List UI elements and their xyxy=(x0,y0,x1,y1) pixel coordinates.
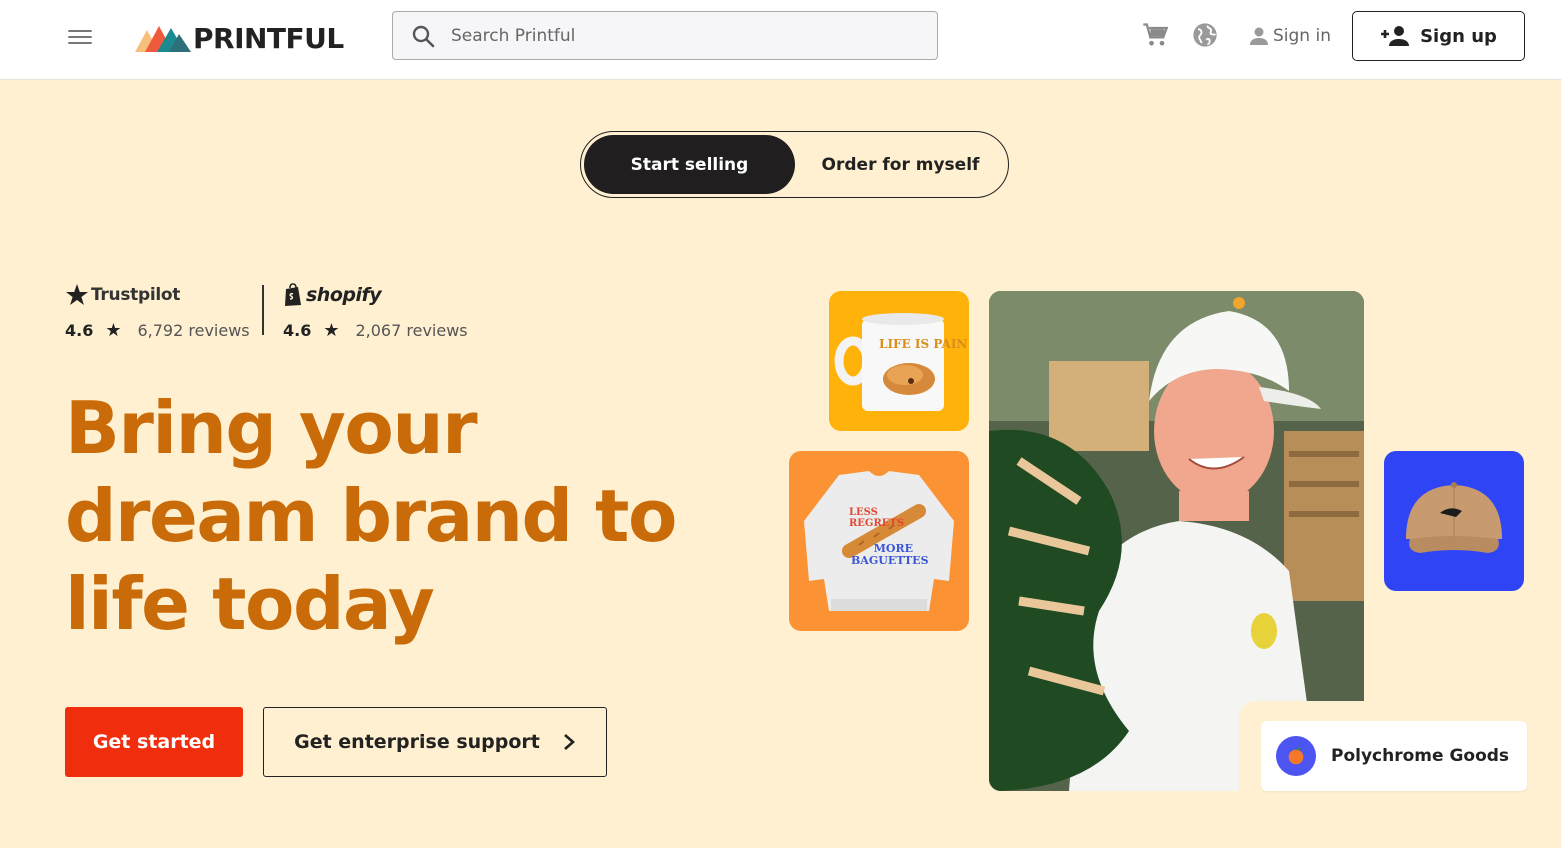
printful-logo-mark-icon xyxy=(135,26,191,52)
toggle-start-selling[interactable]: Start selling xyxy=(584,135,795,194)
user-icon xyxy=(1250,27,1268,45)
star-icon: ★ xyxy=(105,320,122,341)
globe-icon[interactable] xyxy=(1190,20,1220,50)
search-input[interactable] xyxy=(451,25,891,46)
sign-up-button[interactable]: Sign up xyxy=(1352,11,1525,61)
add-user-icon xyxy=(1381,26,1410,46)
sweatshirt-product-image[interactable]: LESS REGRETS MORE BAGUETTES xyxy=(789,451,969,631)
cart-icon[interactable] xyxy=(1140,20,1170,50)
shopify-rating[interactable]: shopify 4.6 ★ 2,067 reviews xyxy=(283,280,468,341)
trustpilot-brand: Trustpilot xyxy=(91,285,181,305)
trustpilot-star-icon xyxy=(66,284,88,305)
shopify-reviews: 2,067 reviews xyxy=(355,321,468,340)
trustpilot-rating[interactable]: Trustpilot 4.6 ★ 6,792 reviews xyxy=(65,280,250,341)
audience-toggle: Start selling Order for myself xyxy=(580,131,1009,198)
search-icon xyxy=(412,25,435,47)
search-bar[interactable] xyxy=(392,11,938,60)
enterprise-support-button[interactable]: Get enterprise support xyxy=(263,707,607,777)
sign-up-label: Sign up xyxy=(1420,25,1497,47)
shopify-score: 4.6 xyxy=(283,321,312,340)
sign-in-label: Sign in xyxy=(1273,26,1331,46)
cap-product-image[interactable] xyxy=(1384,451,1524,591)
sweatshirt-print-text-1: LESS REGRETS xyxy=(849,507,905,529)
shopify-bag-icon xyxy=(285,283,301,306)
hamburger-menu-icon[interactable] xyxy=(66,26,94,48)
hero-headline: Bring your dream brand to life today xyxy=(65,384,685,648)
headline-line: Bring your xyxy=(65,386,478,470)
top-navigation-bar: PRINTFUL Sign in xyxy=(0,0,1561,80)
orange-fruit-icon xyxy=(1276,736,1316,776)
store-badge[interactable]: Polychrome Goods xyxy=(1261,721,1527,791)
store-name: Polychrome Goods xyxy=(1331,746,1510,766)
mug-print-text: LIFE IS PAIN xyxy=(879,337,968,351)
headline-line: dream brand to xyxy=(65,474,677,558)
toggle-order-for-myself[interactable]: Order for myself xyxy=(795,135,1006,194)
logo-wordmark: PRINTFUL xyxy=(193,21,344,55)
shopify-brand: shopify xyxy=(306,284,382,306)
chevron-right-icon xyxy=(564,734,575,750)
headline-line: life today xyxy=(65,562,435,646)
ratings-divider xyxy=(262,285,264,335)
trustpilot-score: 4.6 xyxy=(65,321,94,340)
get-started-button[interactable]: Get started xyxy=(65,707,243,777)
trustpilot-reviews: 6,792 reviews xyxy=(137,321,250,340)
star-icon: ★ xyxy=(323,320,340,341)
enterprise-support-label: Get enterprise support xyxy=(294,731,540,753)
sign-in-link[interactable]: Sign in xyxy=(1247,22,1331,50)
printful-logo[interactable]: PRINTFUL xyxy=(135,18,344,58)
sweatshirt-print-text-2: MORE BAGUETTES xyxy=(851,542,929,567)
mug-product-image[interactable]: LIFE IS PAIN xyxy=(829,291,969,431)
